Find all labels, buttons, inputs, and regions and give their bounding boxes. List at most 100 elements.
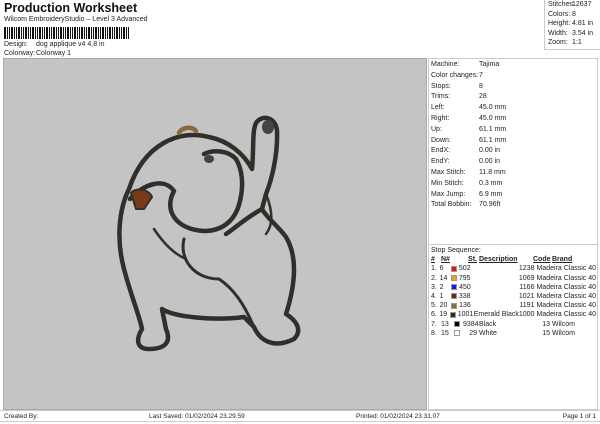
summary-label: Zoom: — [548, 39, 568, 46]
page-number: Page 1 of 1 — [562, 413, 596, 420]
col-number: # — [431, 256, 435, 264]
thread-brand: Wilcom — [552, 320, 575, 328]
barcode-bar — [79, 27, 80, 39]
barcode-bar — [9, 27, 10, 39]
barcode-bar — [116, 27, 118, 39]
thread-description — [473, 264, 519, 273]
color-swatch — [450, 302, 457, 309]
property-value: 0.3 mm — [479, 179, 503, 187]
thread-code: 1000 — [518, 311, 535, 319]
barcode-bar — [32, 27, 34, 39]
summary-box: Stitches: 12637 Colors: 8 Height: 4.81 in Widt… — [544, 0, 600, 50]
property-row: Min Stitch: 0.3 mm — [431, 179, 597, 190]
barcode-bar — [114, 27, 115, 39]
details-panel: Machine: Tajima Color changes: 7 Stops: 8 Trim… — [428, 58, 598, 410]
stitch-count: 9384 — [463, 320, 479, 328]
stitch-count: 338 — [458, 292, 471, 300]
property-value: 61.1 mm — [479, 136, 507, 144]
property-value: 0.00 in — [479, 158, 501, 166]
stop-row: 2. 14 795 1069 Madeira Classic 40 — [431, 274, 596, 283]
col-stitches: St. — [468, 256, 477, 264]
summary-row: Width: 3.54 in — [545, 29, 600, 39]
property-row: Max Stitch: 11.8 mm — [431, 168, 597, 179]
barcode-bar — [102, 27, 104, 39]
stitch-count: 136 — [459, 302, 471, 310]
stop-number: 6. — [431, 311, 437, 319]
property-value: Tajima — [479, 61, 500, 68]
barcode — [4, 25, 174, 39]
thread-description: White — [479, 329, 497, 337]
summary-value: 8 — [572, 10, 576, 18]
barcode-bar — [109, 27, 111, 39]
thread-brand: Madeira Classic 40 — [536, 311, 596, 319]
needle-number: 1 — [439, 292, 444, 300]
summary-value: 3.54 in — [572, 29, 594, 37]
stitch-count: 29 — [469, 329, 477, 337]
property-row: EndX: 0.00 in — [431, 146, 597, 157]
thread-brand: Madeira Classic 40 — [536, 292, 597, 300]
design-preview — [3, 58, 427, 410]
needle-number: 6 — [439, 265, 444, 273]
last-saved: Last Saved: 01/02/2024 23.29.59 — [149, 413, 245, 420]
color-swatch — [450, 284, 457, 291]
thread-description — [473, 283, 520, 292]
property-row: Color changes: 7 — [431, 71, 597, 82]
thread-description: Emerald Black — [473, 311, 519, 319]
barcode-bar — [49, 27, 50, 39]
barcode-bar — [21, 27, 22, 39]
barcode-bar — [18, 27, 20, 39]
barcode-bar — [86, 27, 87, 39]
barcode-bar — [16, 27, 17, 39]
barcode-bar — [60, 27, 62, 39]
stop-number: 2. — [431, 274, 437, 282]
stop-number: 8. — [431, 329, 437, 337]
property-label: Right: — [431, 114, 450, 122]
barcode-bar — [7, 27, 8, 39]
stop-row: 1. 6 502 1238 Madeira Classic 40 — [431, 264, 596, 273]
property-label: Machine: — [431, 61, 460, 68]
needle-number: 2 — [439, 283, 444, 291]
barcode-bar — [128, 27, 129, 39]
property-label: Min Stitch: — [431, 179, 464, 187]
barcode-bar — [123, 27, 125, 39]
barcode-bar — [98, 27, 99, 39]
thread-description — [473, 292, 519, 301]
thread-brand: Wilcom — [552, 329, 575, 337]
summary-label: Stitches: — [548, 1, 575, 8]
barcode-bar — [37, 27, 38, 39]
summary-row: Height: 4.81 in — [545, 19, 600, 29]
stop-row: 8. 15 29 White 15 Wilcom — [431, 329, 596, 338]
barcode-bar — [56, 27, 57, 39]
thread-description — [473, 301, 520, 310]
summary-row: Zoom: 1:1 — [545, 38, 600, 48]
property-label: Color changes: — [431, 71, 479, 79]
barcode-bar — [93, 27, 94, 39]
barcode-bar — [46, 27, 48, 39]
barcode-bar — [28, 27, 29, 39]
property-value: 0.00 in — [479, 147, 501, 155]
barcode-bar — [91, 27, 92, 39]
needle-number: 19 — [439, 311, 448, 319]
stitch-count: 502 — [458, 265, 471, 273]
stop-sequence: Stop Sequence: # N# St. Description Code… — [429, 245, 597, 338]
thread-description — [473, 274, 519, 283]
barcode-bar — [35, 27, 36, 39]
col-code: Code — [533, 256, 551, 264]
stop-number: 4. — [431, 292, 437, 300]
thread-description: Black — [479, 320, 497, 328]
property-row: Left: 45.0 mm — [431, 103, 597, 114]
barcode-bar — [51, 27, 52, 39]
property-row: Machine: Tajima — [431, 60, 597, 71]
property-value: 61.1 mm — [479, 125, 507, 133]
property-label: Total Bobbin: — [431, 201, 472, 209]
barcode-bar — [81, 27, 83, 39]
property-row: Stops: 8 — [431, 82, 597, 93]
stop-row: 5. 20 136 1191 Madeira Classic 40 — [431, 301, 596, 310]
color-swatch — [454, 321, 460, 327]
barcode-bar — [25, 27, 27, 39]
needle-number: 13 — [441, 320, 449, 328]
barcode-bar — [84, 27, 85, 39]
property-row: Total Bobbin: 70.96ft — [431, 200, 597, 211]
barcode-bar — [126, 27, 127, 39]
colorway-value: Colorway 1 — [36, 50, 72, 57]
